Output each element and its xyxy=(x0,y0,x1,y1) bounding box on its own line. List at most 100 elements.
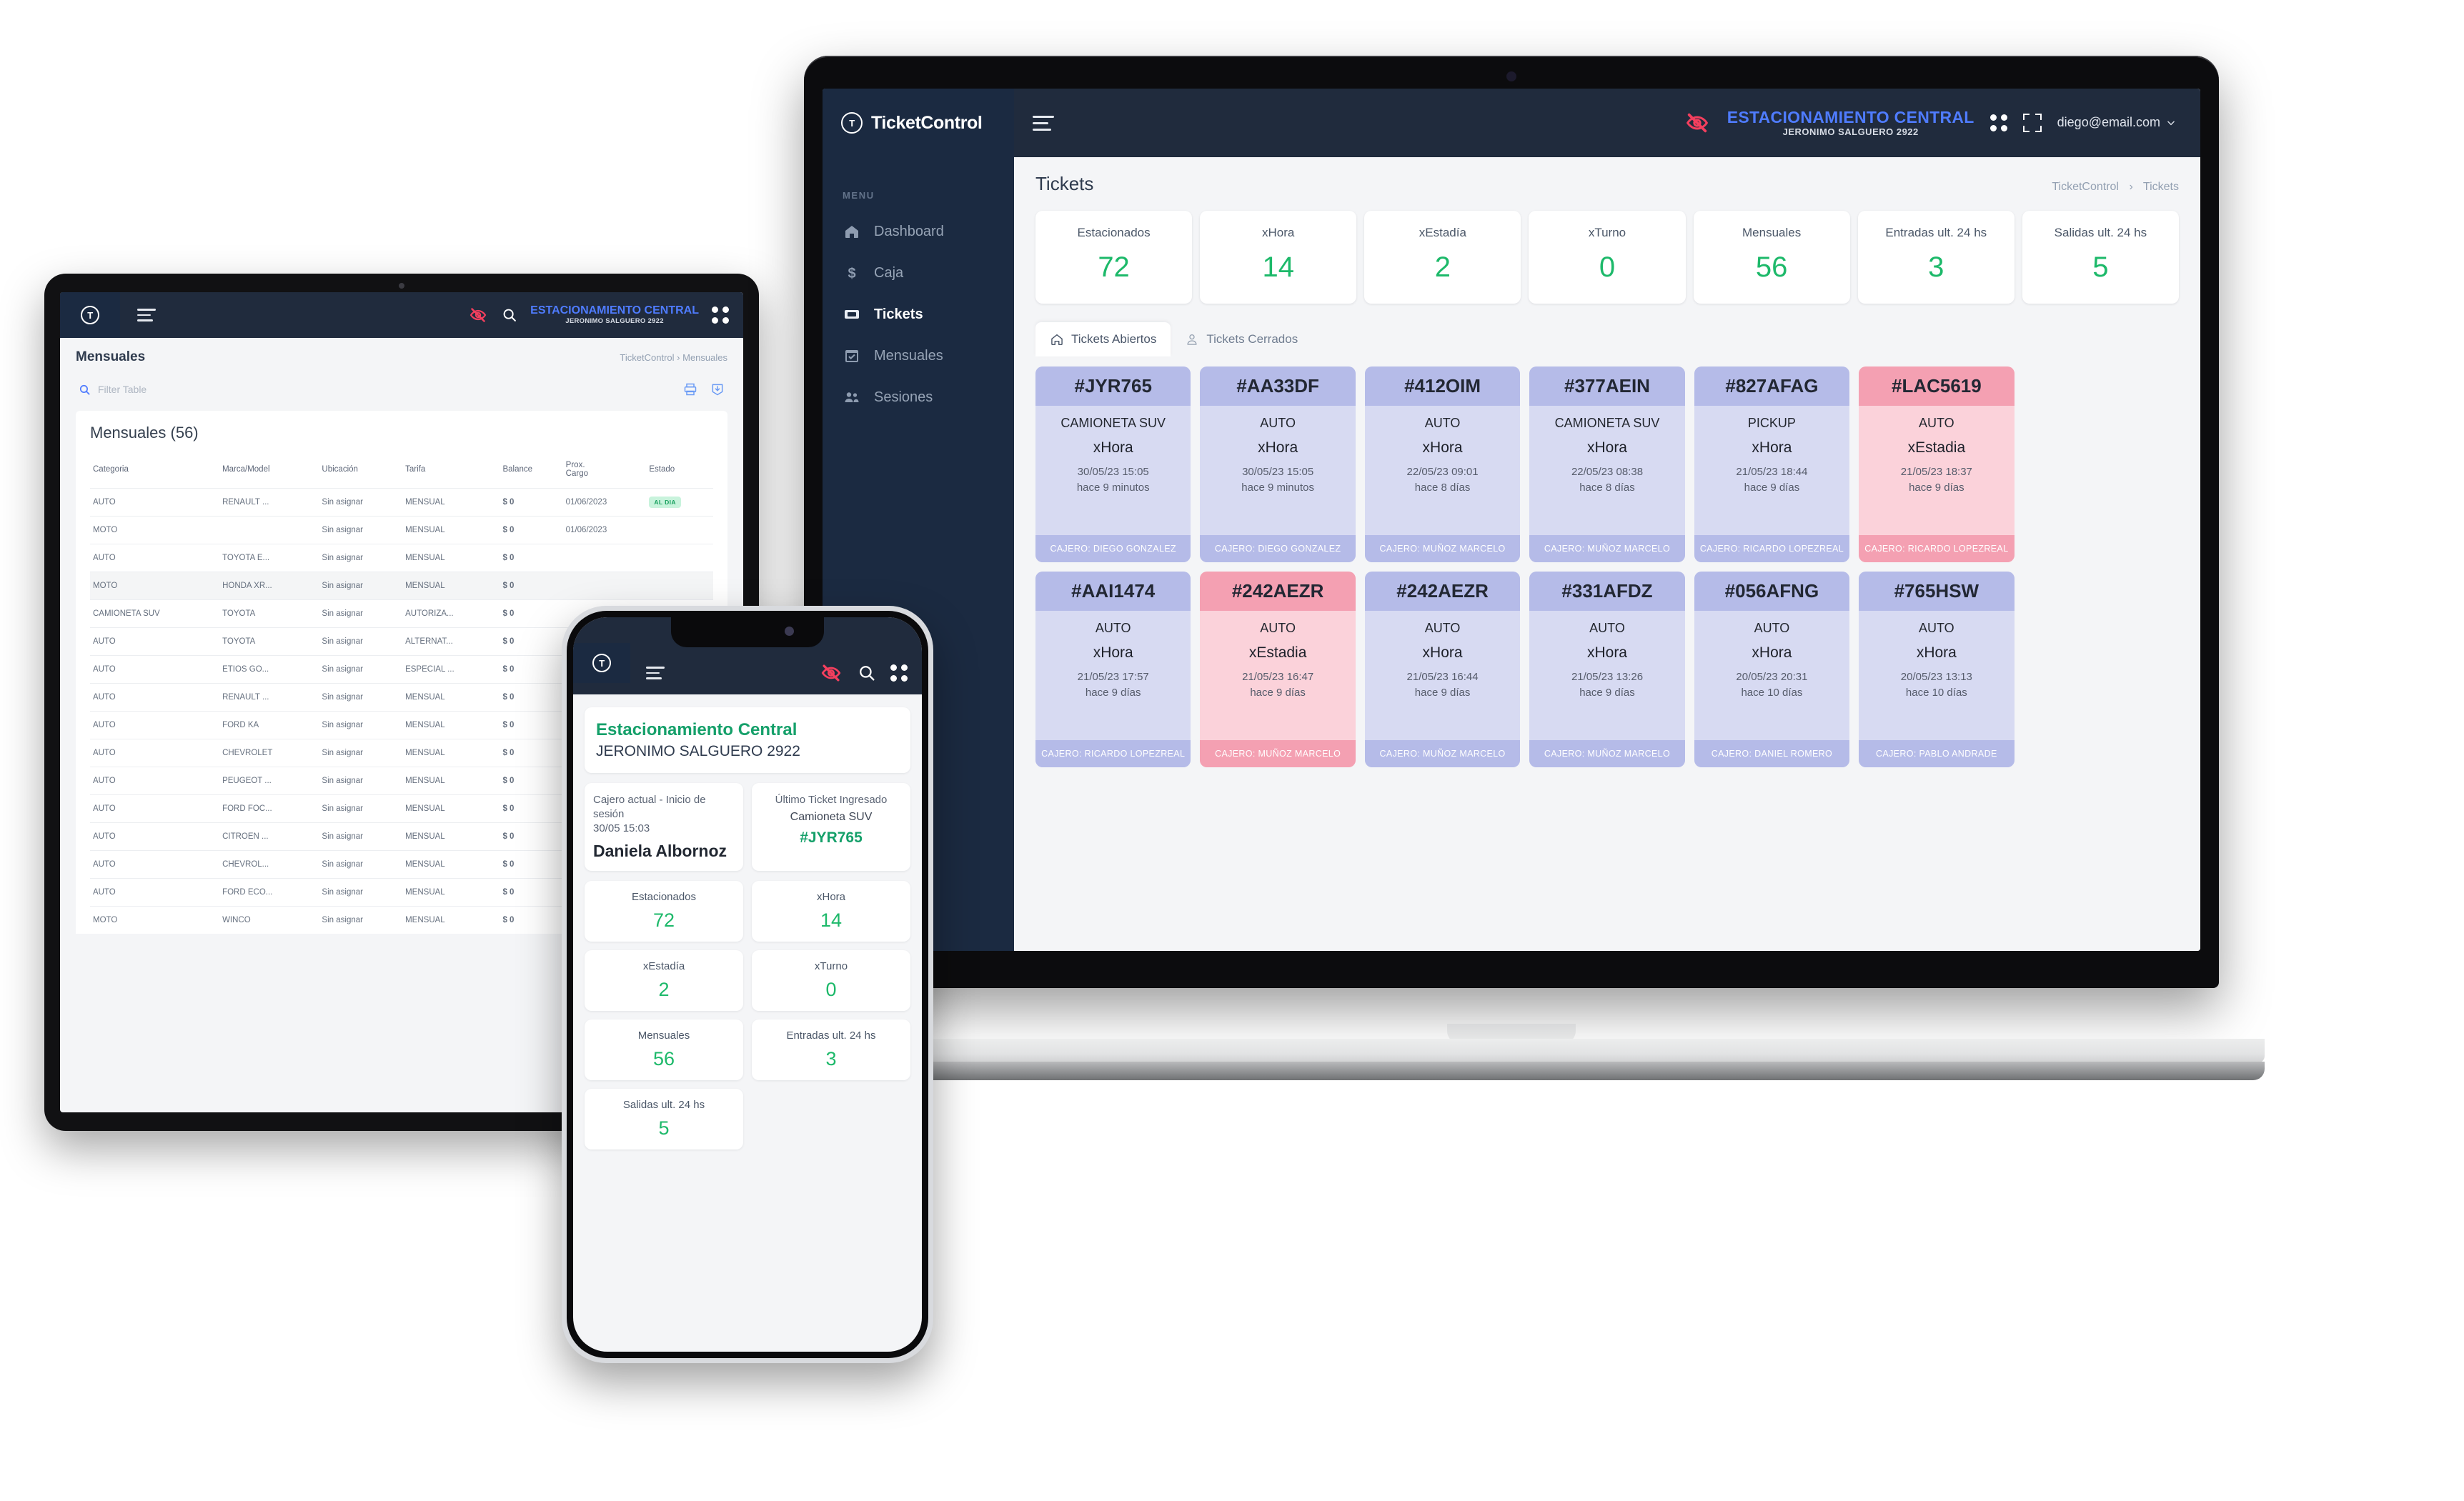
table-cell: Sin asignar xyxy=(319,544,403,572)
stat-card[interactable]: Salidas ult. 24 hs 5 xyxy=(2022,211,2179,304)
grid-apps-icon[interactable] xyxy=(890,664,908,682)
ticket-rate-mode: xHora xyxy=(1093,644,1133,662)
table-column-header[interactable]: Marca/Model xyxy=(219,457,319,489)
breadcrumb-root[interactable]: TicketControl xyxy=(2052,181,2119,193)
stat-card[interactable]: xTurno 0 xyxy=(1529,211,1686,304)
table-column-header[interactable]: Balance xyxy=(500,457,562,489)
ticket-card[interactable]: #412OIM AUTO xHora 22/05/23 09:01 hace 8 día… xyxy=(1364,366,1521,562)
ticket-card[interactable]: #765HSW AUTO xHora 20/05/23 13:13 hace 10 dí… xyxy=(1859,572,2015,767)
table-cell: $ 0 xyxy=(500,599,563,628)
sidebar-item-mensuales[interactable]: Mensuales xyxy=(823,335,1014,377)
ticket-card[interactable]: #AAI1474 AUTO xHora 21/05/23 17:57 hace 9 dí… xyxy=(1035,572,1191,767)
eye-off-icon[interactable] xyxy=(819,663,843,683)
ticket-rate-mode: xHora xyxy=(1422,439,1463,457)
tab-closed-tickets[interactable]: Tickets Cerrados xyxy=(1171,322,1312,356)
search-icon[interactable] xyxy=(79,384,91,396)
ticket-body: AUTO xHora 30/05/23 15:05 hace 9 minutos xyxy=(1200,406,1355,535)
ticket-cashier: CAJERO: DANIEL ROMERO xyxy=(1694,739,1850,767)
stat-card[interactable]: xEstadía 2 xyxy=(1364,211,1521,304)
laptop-camera-icon xyxy=(1506,71,1516,81)
ticket-card[interactable]: #377AEIN CAMIONETA SUV xHora 22/05/23 08:38… xyxy=(1529,366,1685,562)
phone-hamburger-icon[interactable] xyxy=(646,663,665,683)
ticket-id: #242AEZR xyxy=(1364,572,1521,611)
phone-stat-card[interactable]: xEstadía 2 xyxy=(585,949,743,1011)
grid-apps-icon[interactable] xyxy=(1989,114,2007,131)
table-row[interactable]: AUTO TOYOTA E... Sin asignar MENSUAL $ 0 xyxy=(90,544,713,572)
table-cell: AUTO xyxy=(90,711,220,739)
ticket-card[interactable]: #JYR765 CAMIONETA SUV xHora 30/05/23 15:05 h… xyxy=(1035,366,1191,562)
ticket-datetime: 20/05/23 13:13 xyxy=(1900,671,1972,684)
stat-card[interactable]: xHora 14 xyxy=(1200,211,1357,304)
table-cell: RENAULT ... xyxy=(219,683,319,712)
table-cell: $ 0 xyxy=(500,906,563,934)
breadcrumb-root[interactable]: TicketControl xyxy=(620,352,674,363)
laptop-screen: T TicketControl MENU Dashboard $ Caja Ticke… xyxy=(823,89,2200,951)
table-column-header[interactable]: Categoria xyxy=(90,457,219,489)
phone-stat-card[interactable]: xTurno 0 xyxy=(752,949,910,1011)
person-icon xyxy=(1187,334,1197,345)
eye-off-icon[interactable] xyxy=(1683,111,1712,134)
stat-card[interactable]: Estacionados 72 xyxy=(1035,211,1193,304)
phone-frame: T Estacionamiento Central JERONIMO SALGU… xyxy=(562,606,933,1363)
ticket-card[interactable]: #AA33DF AUTO xHora 30/05/23 15:05 hace 9 min… xyxy=(1200,366,1356,562)
last-ticket-type: Camioneta SUV xyxy=(790,810,873,823)
ticket-id: #LAC5619 xyxy=(1859,366,2015,406)
table-cell: AUTO xyxy=(90,627,220,656)
brand-logo[interactable]: T TicketControl xyxy=(823,89,1014,157)
sidebar-item-caja[interactable]: $ Caja xyxy=(823,252,1014,294)
hamburger-icon[interactable] xyxy=(1033,111,1054,135)
phone-stat-card[interactable]: Estacionados 72 xyxy=(585,880,743,942)
ticket-card[interactable]: #056AFNG AUTO xHora 20/05/23 20:31 hace 10 d… xyxy=(1694,572,1850,767)
phone-brand-logo[interactable]: T xyxy=(573,643,630,683)
user-menu[interactable]: diego@email.com xyxy=(2057,115,2176,130)
print-icon[interactable] xyxy=(683,382,697,397)
sidebar-menu-label: MENU xyxy=(843,190,875,201)
download-icon[interactable] xyxy=(710,382,725,397)
search-icon[interactable] xyxy=(502,307,517,323)
table-cell: FORD ECO... xyxy=(219,878,319,907)
table-column-header[interactable]: Estado xyxy=(646,457,713,489)
ticket-id: #377AEIN xyxy=(1529,366,1685,406)
stat-value: 5 xyxy=(658,1117,670,1139)
tablet-hamburger-icon[interactable] xyxy=(137,305,156,325)
fullscreen-icon[interactable] xyxy=(2022,113,2042,132)
table-column-header[interactable]: Ubicación xyxy=(319,457,402,489)
stat-label: Entradas ult. 24 hs xyxy=(1885,226,1987,239)
last-ticket-id[interactable]: #JYR765 xyxy=(760,829,902,847)
sidebar-item-tickets[interactable]: Tickets xyxy=(823,294,1014,335)
table-row[interactable]: MOTO Sin asignar MENSUAL $ 0 01/06/2023 xyxy=(90,516,713,544)
ticket-card[interactable]: #LAC5619 AUTO xEstadia 21/05/23 18:37 hace 9… xyxy=(1859,366,2015,562)
ticket-card[interactable]: #331AFDZ AUTO xHora 21/05/23 13:26 hace 9 dí… xyxy=(1529,572,1685,767)
stat-value: 56 xyxy=(1755,251,1788,283)
phone-stat-card[interactable]: Mensuales 56 xyxy=(585,1019,743,1080)
phone-stat-card[interactable]: Entradas ult. 24 hs 3 xyxy=(752,1019,910,1080)
table-cell: MENSUAL xyxy=(402,739,500,767)
table-cell: MENSUAL xyxy=(402,683,500,712)
tab-open-tickets[interactable]: Tickets Abiertos xyxy=(1035,322,1171,356)
ticket-card[interactable]: #827AFAG PICKUP xHora 21/05/23 18:44 hace 9 … xyxy=(1694,366,1850,562)
table-row[interactable]: AUTO RENAULT ... Sin asignar MENSUAL $ 0 01/0… xyxy=(90,488,713,517)
sidebar-item-sesiones[interactable]: Sesiones xyxy=(823,377,1014,418)
phone-stat-card[interactable]: xHora 14 xyxy=(752,880,910,942)
ticket-card[interactable]: #242AEZR AUTO xHora 21/05/23 16:44 hace 9 dí… xyxy=(1364,572,1521,767)
eye-off-icon[interactable] xyxy=(467,306,489,324)
table-column-header[interactable]: Tarifa xyxy=(402,457,500,489)
grid-apps-icon[interactable] xyxy=(712,306,729,324)
table-cell: RENAULT ... xyxy=(219,488,319,517)
ticket-id: #AAI1474 xyxy=(1035,572,1191,611)
sidebar-item-dashboard[interactable]: Dashboard xyxy=(823,211,1014,252)
page-title: Tickets xyxy=(1035,173,1094,194)
phone-stat-card[interactable]: Salidas ult. 24 hs 5 xyxy=(585,1088,743,1150)
stat-card[interactable]: Mensuales 56 xyxy=(1693,211,1850,304)
ticket-cashier: CAJERO: PABLO ANDRADE xyxy=(1859,739,2015,767)
stat-card[interactable]: Entradas ult. 24 hs 3 xyxy=(1857,211,2015,304)
table-column-header[interactable]: Prox. Cargo xyxy=(563,457,647,489)
table-cell: $ 0 xyxy=(500,822,563,851)
search-icon[interactable] xyxy=(858,664,876,682)
filter-table-input[interactable]: Filter Table xyxy=(98,384,146,395)
table-row[interactable]: MOTO HONDA XR... Sin asignar MENSUAL $ 0 xyxy=(90,572,713,600)
table-cell: AUTO xyxy=(90,739,220,767)
ticket-card[interactable]: #242AEZR AUTO xEstadia 21/05/23 16:47 hace 9… xyxy=(1200,572,1356,767)
table-cell: TOYOTA xyxy=(219,599,319,628)
tablet-brand-logo[interactable]: T xyxy=(60,292,120,338)
